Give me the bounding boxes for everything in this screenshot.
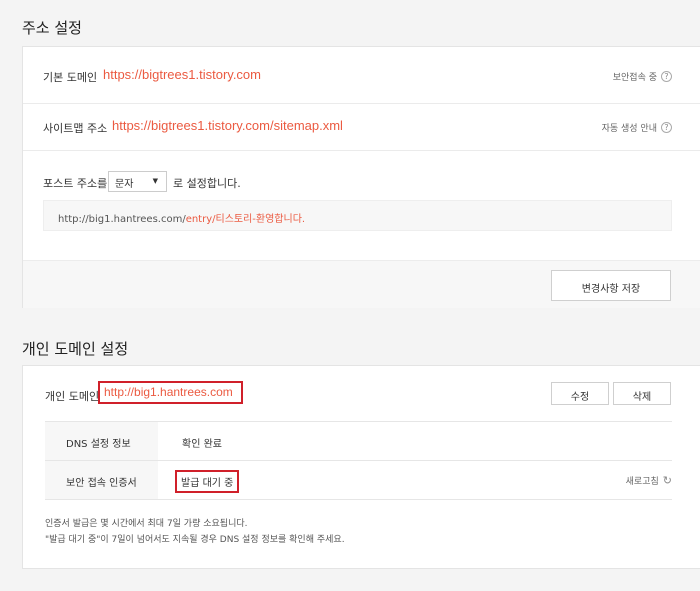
note-line-1: 인증서 발급은 몇 시간에서 최대 7일 가량 소요됩니다. xyxy=(45,519,248,529)
auto-generation-label: 자동 생성 안내 xyxy=(601,124,657,134)
auto-generation-info: 자동 생성 안내 ? xyxy=(602,121,672,134)
table-row: 보안 접속 인증서 발급 대기 중 새로고침 ↻ xyxy=(45,461,672,500)
post-address-format-select[interactable]: 문자 ▼ xyxy=(108,171,167,192)
address-settings-title: 주소 설정 xyxy=(22,19,82,37)
dns-info-label: DNS 설정 정보 xyxy=(45,422,158,460)
sitemap-row: 사이트맵 주소 https://bigtrees1.tistory.com/si… xyxy=(23,104,700,151)
note-line-2: "발급 대기 중"이 7일이 넘어서도 지속될 경우 DNS 설정 정보를 확인… xyxy=(45,535,345,545)
chevron-down-icon: ▼ xyxy=(152,177,158,185)
secure-status-label: 보안접속 중 xyxy=(612,73,657,83)
custom-domain-link[interactable]: http://big1.hantrees.com xyxy=(98,381,243,404)
refresh-label: 새로고침 xyxy=(625,477,659,487)
dns-info-value: 확인 완료 xyxy=(182,439,222,450)
certificate-label: 보안 접속 인증서 xyxy=(45,461,158,499)
address-settings-panel: 기본 도메인 https://bigtrees1.tistory.com 보안접… xyxy=(22,46,700,308)
sitemap-link[interactable]: https://bigtrees1.tistory.com/sitemap.xm… xyxy=(112,118,343,133)
refresh-button[interactable]: 새로고침 ↻ xyxy=(626,474,672,487)
sitemap-label: 사이트맵 주소 xyxy=(43,122,108,135)
custom-domain-label: 개인 도메인 xyxy=(45,390,100,403)
post-address-example: http://big1.hantrees.com/entry/티스토리-환영합니… xyxy=(43,200,672,231)
basic-domain-row: 기본 도메인 https://bigtrees1.tistory.com 보안접… xyxy=(23,47,700,104)
post-address-prefix: 포스트 주소를 xyxy=(43,177,108,190)
basic-domain-label: 기본 도메인 xyxy=(43,71,98,84)
post-address-format-value: 문자 xyxy=(115,179,134,190)
save-footer: 변경사항 저장 xyxy=(23,260,700,308)
certificate-status: 발급 대기 중 xyxy=(175,470,240,493)
post-address-suffix: 로 설정합니다. xyxy=(173,177,241,190)
help-icon[interactable]: ? xyxy=(661,122,672,133)
custom-domain-panel: 개인 도메인 http://big1.hantrees.com 수정 삭제 DN… xyxy=(22,365,700,569)
help-icon[interactable]: ? xyxy=(661,71,672,82)
edit-button[interactable]: 수정 xyxy=(551,382,609,405)
example-base-url: http://big1.hantrees.com/ xyxy=(58,214,186,225)
refresh-icon: ↻ xyxy=(662,474,672,487)
certificate-note: 인증서 발급은 몇 시간에서 최대 7일 가량 소요됩니다. "발급 대기 중"… xyxy=(45,516,345,548)
domain-status-table: DNS 설정 정보 확인 완료 보안 접속 인증서 발급 대기 중 새로고침 ↻ xyxy=(45,421,672,500)
basic-domain-link[interactable]: https://bigtrees1.tistory.com xyxy=(103,67,261,82)
delete-button[interactable]: 삭제 xyxy=(613,382,671,405)
table-row: DNS 설정 정보 확인 완료 xyxy=(45,422,672,461)
example-path: entry/티스토리-환영합니다. xyxy=(185,214,306,225)
save-changes-button[interactable]: 변경사항 저장 xyxy=(551,270,671,301)
secure-connection-status: 보안접속 중 ? xyxy=(613,70,672,83)
custom-domain-title: 개인 도메인 설정 xyxy=(22,340,129,358)
